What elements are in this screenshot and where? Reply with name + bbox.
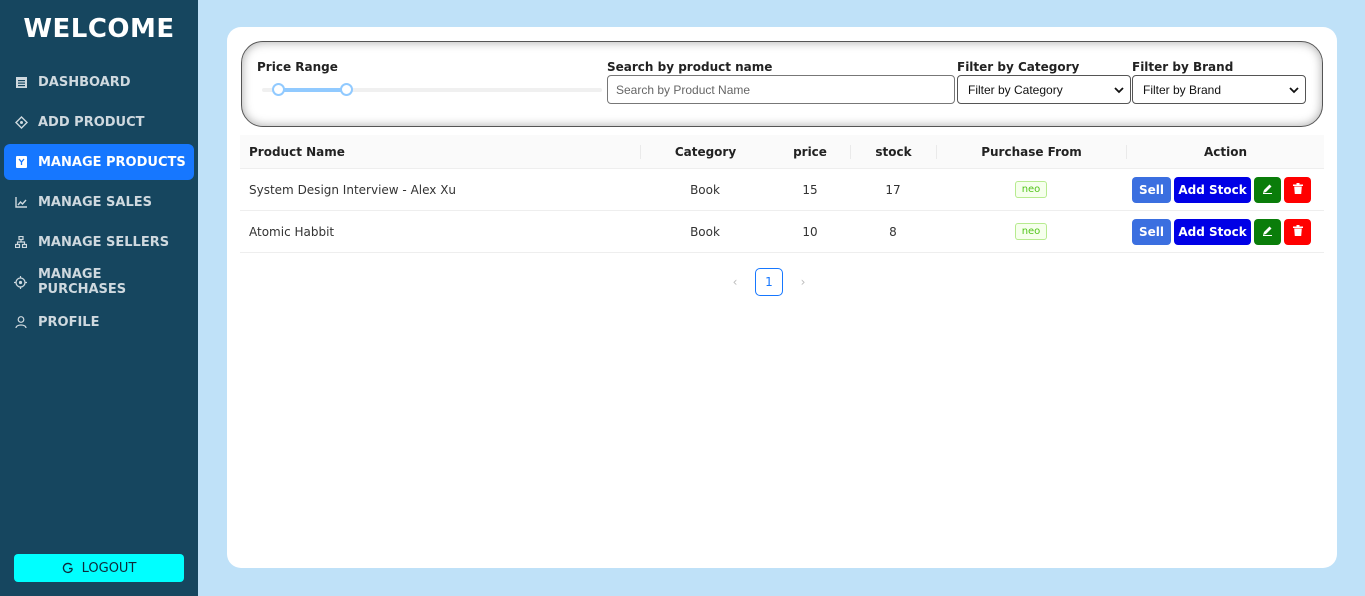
user-icon xyxy=(14,315,28,329)
cell-category: Book xyxy=(690,224,720,239)
cell-price: 15 xyxy=(802,182,818,197)
sidebar-item-manage-sales[interactable]: MANAGE SALES xyxy=(4,184,194,220)
chart-icon xyxy=(14,195,28,209)
category-select-value: Filter by Category xyxy=(968,82,1063,97)
sidebar-item-label: MANAGE PRODUCTS xyxy=(38,154,186,170)
sidebar: WELCOME DASHBOARD ADD PRODUCT MANAGE PRO… xyxy=(0,0,198,596)
edit-button[interactable] xyxy=(1254,218,1281,245)
sidebar-item-label: MANAGE SELLERS xyxy=(38,234,170,250)
sidebar-item-label: MANAGE PURCHASES xyxy=(37,267,127,297)
cell-product-name: System Design Interview - Alex Xu xyxy=(249,182,457,197)
edit-button[interactable] xyxy=(1254,176,1281,203)
cell-actions: Sell Add Stock xyxy=(1126,218,1324,245)
table-header: Product Name Category price stock Purcha… xyxy=(240,135,1324,169)
category-select[interactable]: Filter by Category xyxy=(957,75,1131,104)
cell-purchase-from: neo xyxy=(936,181,1126,198)
products-table: Product Name Category price stock Purcha… xyxy=(240,135,1324,253)
sidebar-item-manage-sellers[interactable]: MANAGE SELLERS xyxy=(4,224,194,260)
chevron-down-icon xyxy=(1289,83,1299,97)
table-row: System Design Interview - Alex Xu Book 1… xyxy=(240,169,1324,211)
price-range-label: Price Range xyxy=(257,60,338,74)
sidebar-item-add-product[interactable]: ADD PRODUCT xyxy=(4,104,194,140)
price-range-min-handle[interactable] xyxy=(272,83,285,96)
pagination: ‹ 1 › xyxy=(727,268,811,296)
cell-product-name: Atomic Habbit xyxy=(249,224,335,239)
cell-stock: 17 xyxy=(885,182,901,197)
brand-select-value: Filter by Brand xyxy=(1143,82,1222,97)
search-label: Search by product name xyxy=(607,60,773,74)
header-price: price xyxy=(793,144,827,159)
price-range-fill xyxy=(278,88,346,92)
sidebar-item-label: MANAGE SALES xyxy=(38,194,152,210)
logout-icon xyxy=(62,562,74,574)
sidebar-item-dashboard[interactable]: DASHBOARD xyxy=(4,64,194,100)
cell-purchase-from: neo xyxy=(936,223,1126,240)
add-stock-button[interactable]: Add Stock xyxy=(1174,176,1251,203)
search-input[interactable]: Search by Product Name xyxy=(607,75,955,104)
main-card: Price Range Search by product name Searc… xyxy=(227,27,1337,568)
header-stock: stock xyxy=(850,144,936,159)
sidebar-item-profile[interactable]: PROFILE xyxy=(4,304,194,340)
cell-price: 10 xyxy=(802,224,818,239)
cell-stock: 8 xyxy=(889,224,897,239)
cell-actions: Sell Add Stock xyxy=(1126,176,1324,203)
sell-button[interactable]: Sell xyxy=(1132,176,1171,203)
header-purchase-from: Purchase From xyxy=(936,144,1126,159)
page-number-button[interactable]: 1 xyxy=(755,268,783,296)
sidebar-nav: DASHBOARD ADD PRODUCT MANAGE PRODUCTS MA… xyxy=(0,64,198,340)
sidebar-item-label: ADD PRODUCT xyxy=(38,114,145,130)
edit-icon xyxy=(1262,225,1273,239)
purchases-icon xyxy=(14,275,28,289)
edit-icon xyxy=(1262,183,1273,197)
purchase-from-tag: neo xyxy=(1014,181,1048,198)
cell-category: Book xyxy=(690,182,720,197)
header-action: Action xyxy=(1126,144,1324,159)
delete-button[interactable] xyxy=(1284,218,1311,245)
sell-button[interactable]: Sell xyxy=(1132,218,1171,245)
trash-icon xyxy=(1292,182,1303,197)
sidebar-title: WELCOME xyxy=(23,14,175,44)
trash-icon xyxy=(1292,224,1303,239)
add-stock-button[interactable]: Add Stock xyxy=(1174,218,1251,245)
table-row: Atomic Habbit Book 10 8 neo Sell Add Sto… xyxy=(240,211,1324,253)
header-category: Category xyxy=(640,144,770,159)
delete-button[interactable] xyxy=(1284,176,1311,203)
add-product-icon xyxy=(14,115,28,129)
filter-panel: Price Range Search by product name Searc… xyxy=(241,41,1323,127)
next-page-button[interactable]: › xyxy=(795,275,811,289)
sellers-icon xyxy=(14,235,28,249)
prev-page-button[interactable]: ‹ xyxy=(727,275,743,289)
price-range-slider[interactable] xyxy=(262,83,602,96)
dashboard-icon xyxy=(14,75,28,89)
purchase-from-tag: neo xyxy=(1014,223,1048,240)
sidebar-item-manage-purchases[interactable]: MANAGE PURCHASES xyxy=(4,264,194,300)
brand-select[interactable]: Filter by Brand xyxy=(1132,75,1306,104)
header-product-name: Product Name xyxy=(249,144,345,159)
price-range-max-handle[interactable] xyxy=(340,83,353,96)
brand-filter-label: Filter by Brand xyxy=(1132,60,1234,74)
sidebar-item-label: DASHBOARD xyxy=(38,74,131,90)
chevron-down-icon xyxy=(1114,83,1124,97)
sidebar-item-manage-products[interactable]: MANAGE PRODUCTS xyxy=(4,144,194,180)
products-icon xyxy=(14,155,28,169)
logout-label: LOGOUT xyxy=(81,560,137,576)
category-filter-label: Filter by Category xyxy=(957,60,1080,74)
sidebar-item-label: PROFILE xyxy=(38,314,100,330)
logout-button[interactable]: LOGOUT xyxy=(14,554,184,582)
